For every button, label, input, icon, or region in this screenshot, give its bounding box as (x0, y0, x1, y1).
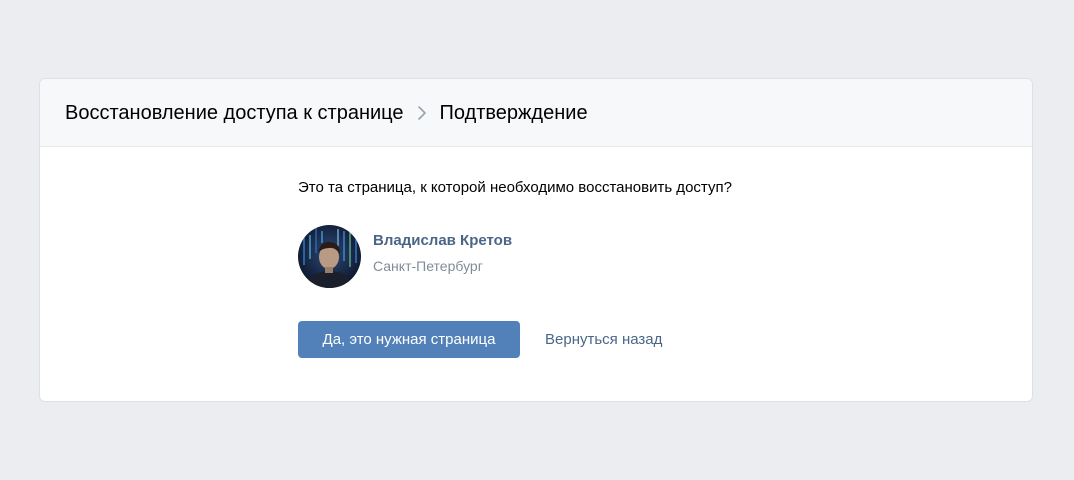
avatar[interactable] (298, 225, 361, 288)
profile-city: Санкт-Петербург (373, 258, 483, 274)
go-back-button[interactable]: Вернуться назад (545, 331, 662, 348)
restore-access-card: Восстановление доступа к странице Подтве… (39, 78, 1033, 402)
actions: Да, это нужная страница Вернуться назад (298, 321, 662, 358)
profile-block: Владислав Кретов Санкт-Петербург (298, 225, 512, 288)
chevron-right-icon (404, 101, 440, 125)
breadcrumb-item-restore-access: Восстановление доступа к странице (65, 101, 404, 124)
confirmation-question: Это та страница, к которой необходимо во… (298, 179, 732, 196)
profile-text: Владислав Кретов Санкт-Петербург (373, 232, 512, 275)
breadcrumb: Восстановление доступа к странице Подтве… (40, 79, 1032, 147)
profile-name-link[interactable]: Владислав Кретов (373, 231, 512, 251)
breadcrumb-item-confirmation: Подтверждение (439, 101, 588, 124)
confirm-page-button[interactable]: Да, это нужная страница (298, 321, 520, 358)
